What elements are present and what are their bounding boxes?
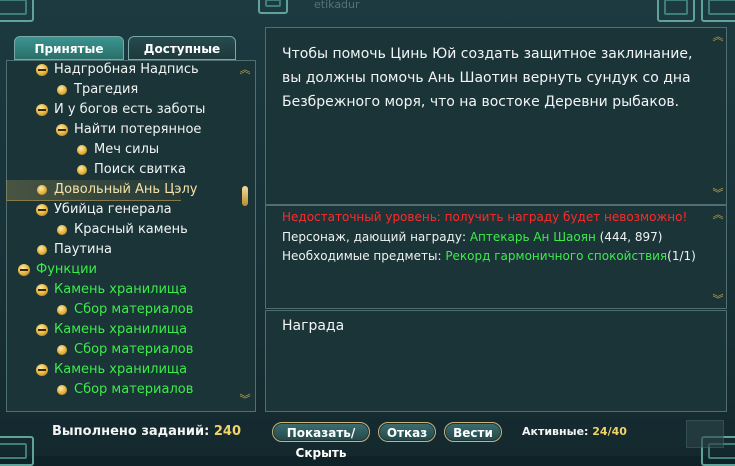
quest-item-label: И у богов есть заботы (54, 102, 206, 117)
quest-item[interactable]: Убийца генерала (6, 200, 181, 220)
quest-item[interactable]: Сбор материалов (6, 380, 193, 400)
bullet-icon (57, 345, 67, 355)
quest-item[interactable]: Найти потерянное (6, 120, 201, 140)
bullet-icon (77, 145, 87, 155)
collapse-icon[interactable] (36, 64, 48, 76)
quest-description: Чтобы помочь Цинь Юй создать защитное за… (282, 46, 693, 110)
tab-available[interactable]: Доступные (128, 36, 236, 60)
quest-item-label: Довольный Ань Цэлу (54, 182, 198, 197)
watermark: etikadur (314, 0, 360, 11)
reward-panel: Награда (265, 310, 727, 412)
scroll-down-icon[interactable]: ︾ (712, 294, 724, 306)
collapse-icon[interactable] (36, 204, 48, 216)
reward-giver-coords: (444, 897) (595, 230, 663, 244)
active-label: Активные: (522, 425, 589, 438)
quest-item-label: Трагедия (74, 82, 139, 97)
scroll-up-icon[interactable]: ︽ (712, 209, 724, 221)
bullet-icon (37, 245, 47, 255)
quest-description-panel: Чтобы помочь Цинь Юй создать защитное за… (265, 27, 727, 205)
frame-ornament (258, 0, 288, 14)
bullet-icon (57, 305, 67, 315)
quest-item[interactable]: Камень хранилища (6, 280, 187, 300)
quest-list-scrollbar[interactable]: ︽ ︾ (239, 62, 251, 408)
reward-title: Награда (282, 318, 345, 334)
quest-item[interactable]: Трагедия (6, 80, 181, 100)
quest-item[interactable]: Поиск свитка (6, 160, 186, 180)
bullet-icon (57, 85, 67, 95)
quest-item[interactable]: Сбор материалов (6, 340, 193, 360)
bullet-icon (57, 225, 67, 235)
quest-item-label: Найти потерянное (74, 122, 202, 137)
show-hide-button[interactable]: Показать/Скрыть (272, 422, 370, 460)
completed-value: 240 (213, 424, 242, 439)
quest-item[interactable]: Камень хранилища (6, 360, 187, 380)
frame-ornament (657, 0, 695, 22)
quest-item-label: Паутина (54, 242, 112, 257)
collapse-icon[interactable] (36, 284, 48, 296)
collapse-icon[interactable] (18, 264, 30, 276)
quest-item[interactable]: Красный камень (6, 220, 188, 240)
quest-item-label: Функции (36, 262, 97, 277)
bullet-icon (37, 185, 47, 195)
collapse-icon[interactable] (36, 364, 48, 376)
quest-item-label: Камень хранилища (54, 282, 188, 297)
completed-counter: Выполнено заданий: 240 (52, 424, 241, 439)
quest-item[interactable]: Камень хранилища (6, 320, 187, 340)
required-items-label: Необходимые предметы: (282, 249, 446, 263)
quest-window: etikadur Принятые Доступные Надгробная Н… (0, 0, 735, 466)
track-quest-button[interactable]: Вести (444, 422, 502, 442)
reward-giver-label: Персонаж, дающий награду: (282, 230, 470, 244)
scroll-thumb[interactable] (242, 186, 248, 206)
reward-giver-line: Персонаж, дающий награду: Аптекарь Ан Ша… (282, 230, 662, 244)
quest-item-label: Убийца генерала (54, 202, 172, 217)
collapse-icon[interactable] (36, 324, 48, 336)
quest-item-label: Сбор материалов (74, 342, 194, 357)
quest-item-label: Надгробная Надпись (54, 62, 199, 77)
scroll-up-icon[interactable]: ︽ (712, 31, 724, 43)
bullet-icon (77, 165, 87, 175)
scroll-down-icon[interactable]: ︾ (239, 394, 251, 406)
quest-item-label: Камень хранилища (54, 362, 188, 377)
collapse-icon[interactable] (56, 124, 68, 136)
level-warning: Недостаточный уровень: получить награду … (282, 210, 688, 224)
required-item-name[interactable]: Рекорд гармоничного спокойствия (445, 249, 667, 263)
quest-item[interactable]: Функции (6, 260, 181, 280)
required-item-count: (1/1) (667, 249, 696, 263)
quest-item-label: Сбор материалов (74, 382, 194, 397)
quest-item-label: Поиск свитка (94, 162, 186, 177)
scroll-up-icon[interactable]: ︽ (239, 64, 251, 76)
required-items-line: Необходимые предметы: Рекорд гармоничног… (282, 249, 696, 263)
quest-item[interactable]: Надгробная Надпись (6, 60, 199, 80)
reward-giver-name[interactable]: Аптекарь Ан Шаоян (470, 230, 596, 244)
cancel-quest-button[interactable]: Отказ (378, 422, 436, 442)
bullet-icon (57, 385, 67, 395)
quest-item-label: Сбор материалов (74, 302, 194, 317)
quest-item-label: Меч силы (94, 142, 160, 157)
resize-grip[interactable] (686, 420, 724, 448)
scroll-down-icon[interactable]: ︾ (712, 188, 724, 200)
quest-item[interactable]: Сбор материалов (6, 300, 193, 320)
collapse-icon[interactable] (36, 104, 48, 116)
frame-ornament (0, 0, 34, 22)
active-counter: Активные: 24/40 (522, 425, 627, 438)
frame-ornament (0, 436, 34, 466)
quest-item-label: Красный камень (74, 222, 188, 237)
quest-tree: Надгробная Надпись Трагедия И у богов есть… (6, 60, 238, 412)
quest-item[interactable]: И у богов есть заботы (6, 100, 205, 120)
quest-item-selected[interactable]: Довольный Ань Цэлу (6, 180, 197, 201)
tab-accepted[interactable]: Принятые (14, 36, 124, 60)
quest-requirements-panel: Недостаточный уровень: получить награду … (265, 205, 727, 309)
quest-item-label: Камень хранилища (54, 322, 188, 337)
completed-label: Выполнено заданий: (52, 424, 210, 439)
frame-ornament (701, 0, 735, 22)
quest-item[interactable]: Паутина (6, 240, 181, 260)
active-value: 24/40 (592, 425, 627, 438)
quest-item[interactable]: Меч силы (6, 140, 181, 160)
